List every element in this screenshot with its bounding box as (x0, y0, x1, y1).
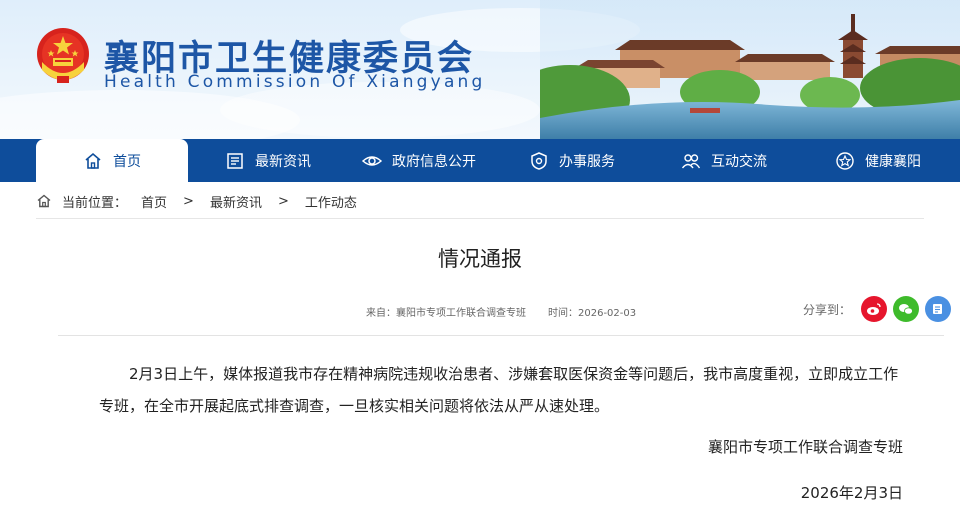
eye-icon (362, 155, 382, 166)
share-label: 分享到： (803, 302, 852, 317)
nav-item-home[interactable]: 首页 (36, 139, 188, 182)
article-title: 情况通报 (438, 247, 522, 271)
breadcrumb: 当前位置： 首页 > 最新资讯 > 工作动态 (36, 189, 357, 213)
share-bar: 分享到： (803, 296, 952, 322)
wechat-icon (899, 304, 913, 315)
news-icon (227, 152, 243, 169)
nav-label: 互动交流 (711, 153, 767, 170)
article-divider (58, 335, 944, 336)
weibo-icon (867, 303, 881, 315)
site-subtitle: Health Commission Of Xiangyang (104, 72, 486, 92)
share-wechat-button[interactable] (893, 296, 920, 322)
nav-label: 办事服务 (559, 153, 615, 170)
article-source: 来自：襄阳市专项工作联合调查专班 (366, 308, 526, 319)
article-time: 时间：2026-02-03 (548, 308, 637, 319)
national-emblem-icon (37, 28, 89, 83)
nav-label: 政府信息公开 (392, 153, 476, 170)
nav-item-services[interactable]: 办事服务 (512, 139, 632, 182)
header-banner: 襄阳市卫生健康委员会 Health Commission Of Xiangyan… (0, 0, 960, 139)
home-icon (85, 152, 101, 169)
nav-item-gov-info[interactable]: 政府信息公开 (346, 139, 492, 182)
main-nav: 首页 最新资讯 政府信息公开 办事服务 互动交流 健康襄阳 (0, 139, 960, 182)
city-scenery-image (540, 0, 960, 139)
star-icon (836, 151, 854, 170)
nav-item-interaction[interactable]: 互动交流 (664, 139, 784, 182)
people-icon (681, 153, 701, 168)
article-date: 2026年2月3日 (800, 484, 903, 502)
breadcrumb-separator: > (277, 193, 289, 209)
nav-label: 首页 (113, 153, 141, 170)
article-body: 2月3日上午，媒体报道我市存在精神病院违规收治患者、涉嫌套取医保资金等问题后，我… (99, 365, 899, 415)
breadcrumb-item-home[interactable]: 首页 (141, 192, 167, 211)
article-signature: 襄阳市专项工作联合调查专班 (707, 438, 903, 456)
breadcrumb-item-work-updates[interactable]: 工作动态 (305, 192, 357, 211)
divider (36, 218, 924, 219)
article-meta: 来自：襄阳市专项工作联合调查专班 时间：2026-02-03 (366, 304, 636, 319)
share-qzone-button[interactable] (925, 296, 952, 322)
shield-icon (531, 151, 547, 170)
nav-label: 最新资讯 (255, 153, 311, 170)
home-icon (37, 194, 51, 208)
nav-item-news[interactable]: 最新资讯 (208, 139, 328, 182)
breadcrumb-prefix: 当前位置： (62, 195, 128, 211)
nav-label: 健康襄阳 (865, 153, 921, 170)
breadcrumb-item-news[interactable]: 最新资讯 (210, 192, 262, 211)
share-weibo-button[interactable] (861, 296, 888, 322)
nav-item-healthy-xiangyang[interactable]: 健康襄阳 (818, 139, 938, 182)
breadcrumb-separator: > (183, 193, 194, 209)
qzone-icon (933, 304, 943, 314)
